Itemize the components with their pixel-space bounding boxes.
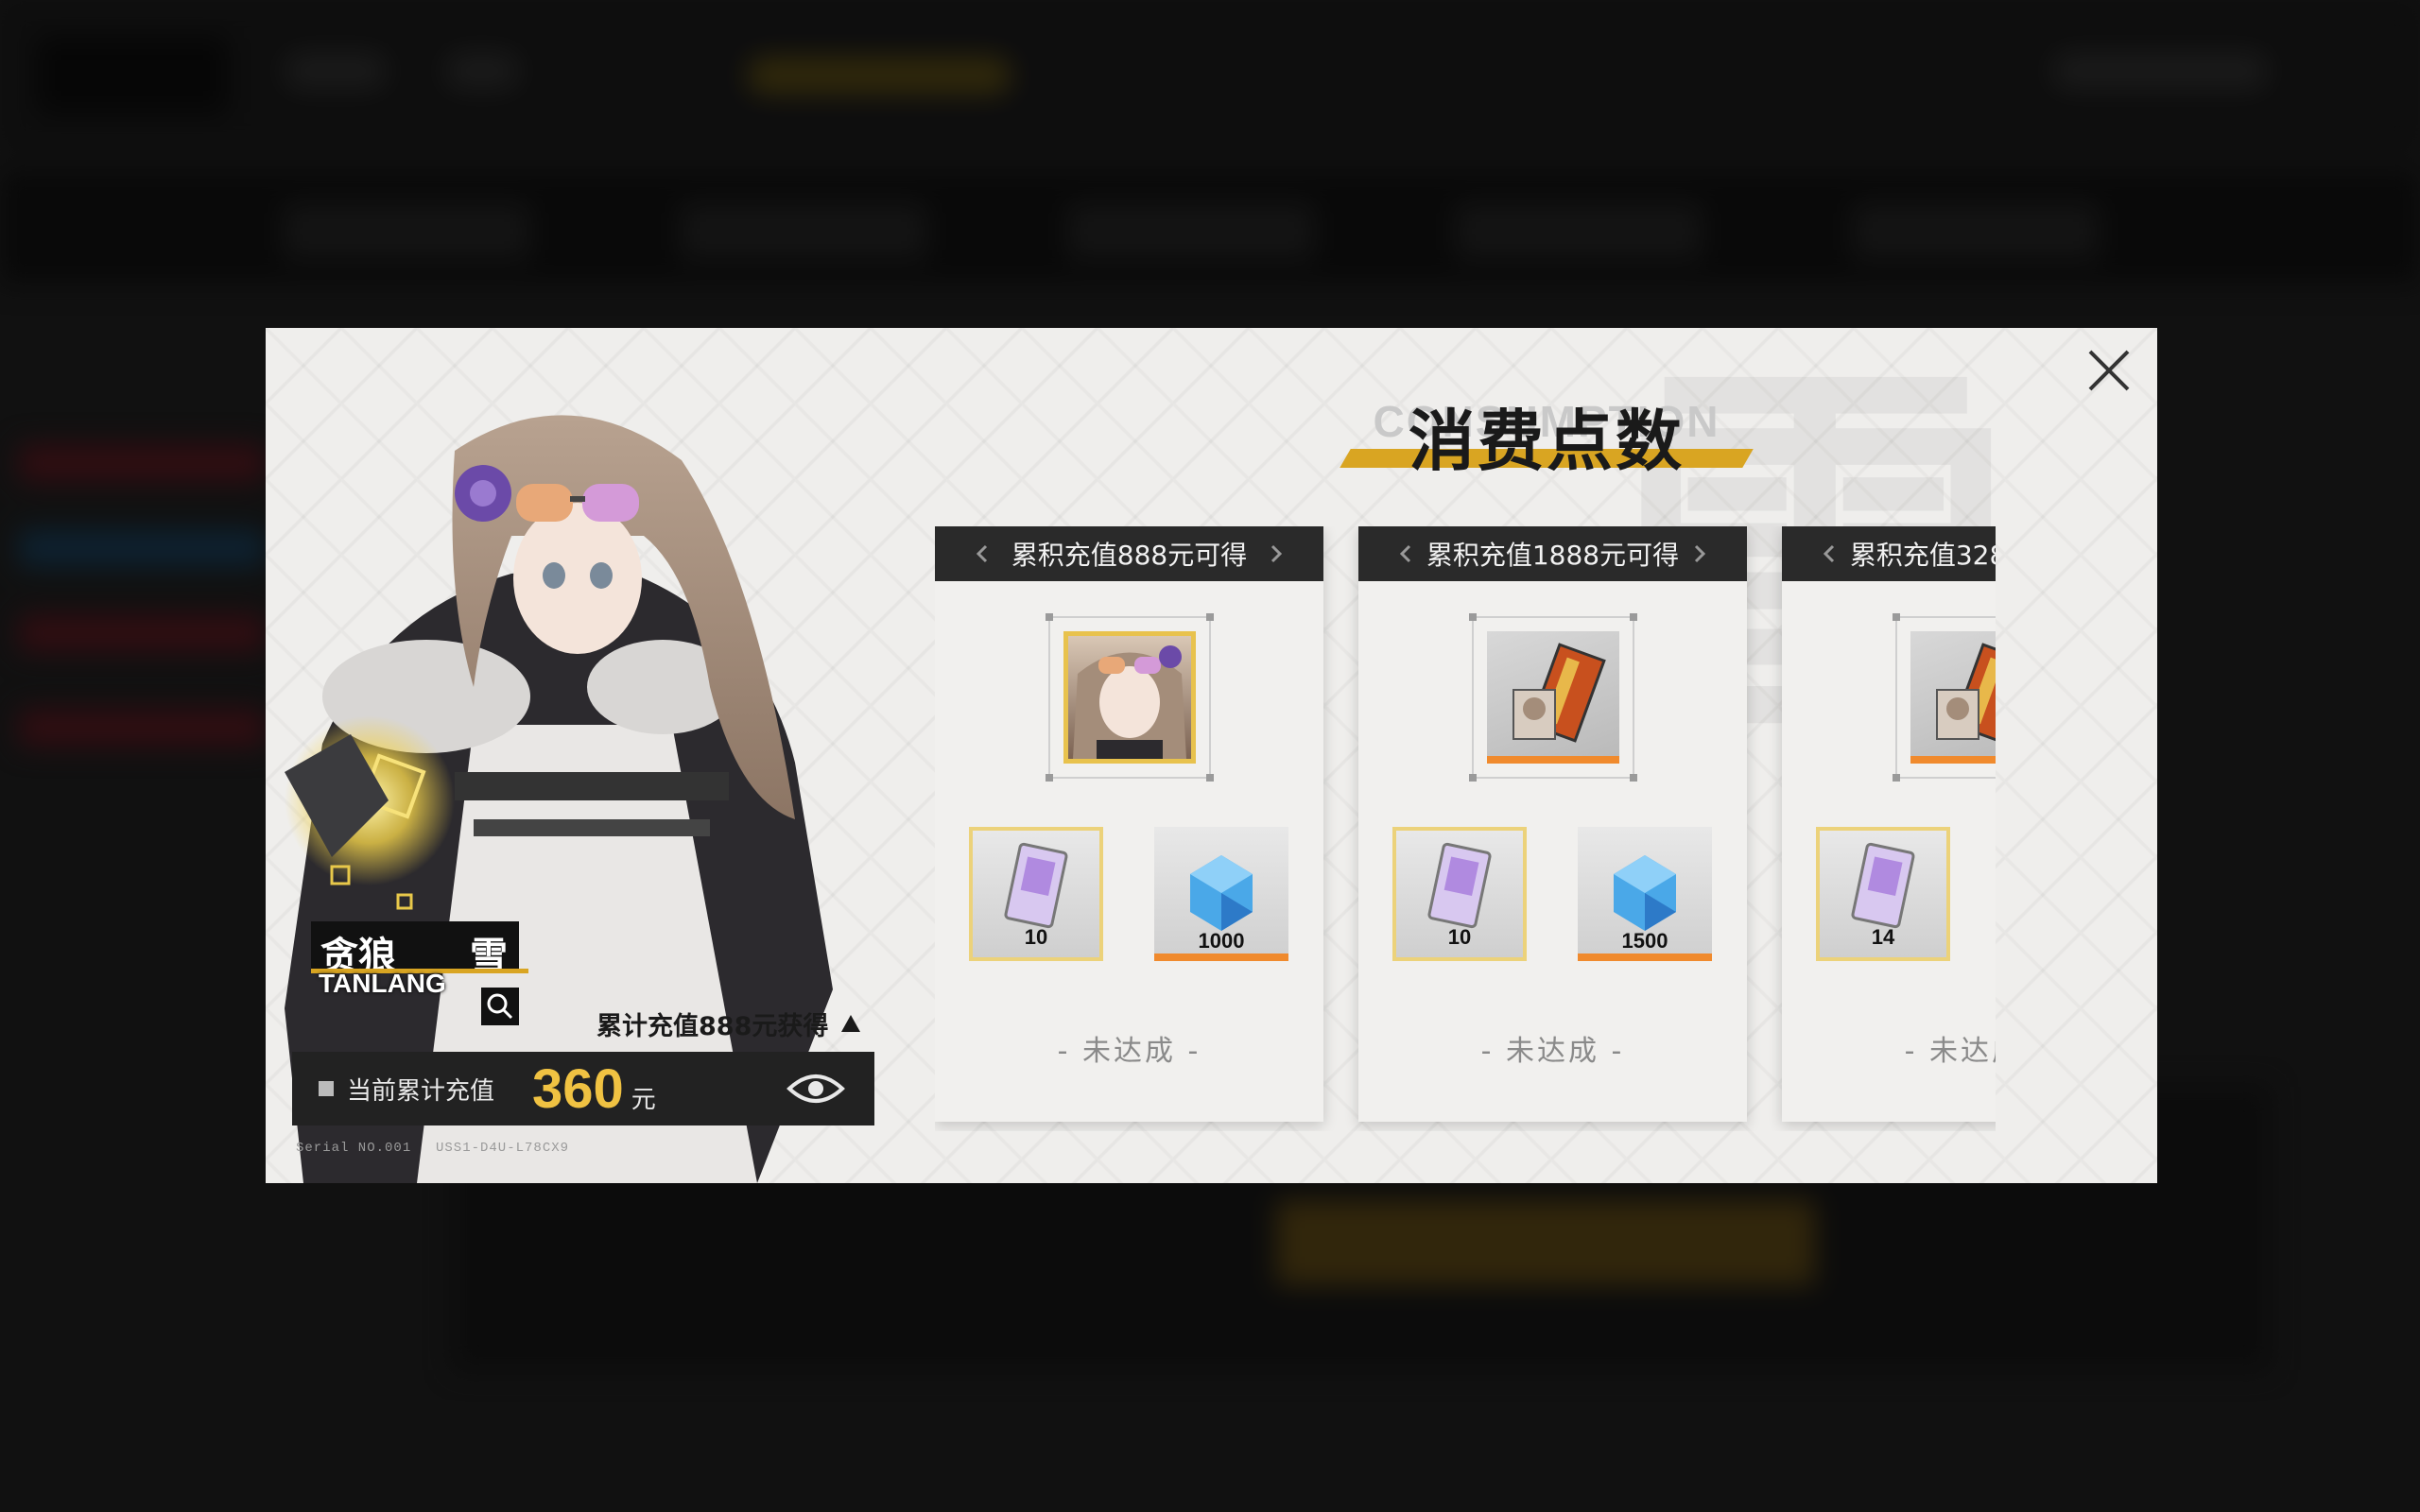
search-icon: [487, 993, 513, 1020]
character-detail-button[interactable]: [481, 988, 519, 1025]
reward-count: 10: [1024, 925, 1048, 949]
reward-card-3288: 累积充值3288元可得: [1782, 526, 1996, 1122]
character-badge: 贪狼 雪 TANLANG: [311, 921, 538, 1035]
reward-preview-label: 累计充值888元获得: [596, 1011, 829, 1041]
reward-crystal[interactable]: 1500: [1578, 827, 1712, 961]
serial-label: Serial NO.001: [296, 1141, 412, 1156]
reward-ticket[interactable]: 10: [1392, 827, 1527, 961]
consumption-points-modal: 雪 CONSUMPTION 消费点数: [266, 328, 2157, 1183]
reward-count: 10: [1447, 925, 1472, 949]
rarity-strip: [1578, 954, 1712, 961]
outfit-box-icon: [1910, 631, 1996, 764]
rarity-strip: [1487, 756, 1619, 764]
serial-code: USS1-D4U-L78CX9: [436, 1141, 570, 1156]
card-header: 累积充值1888元可得: [1358, 526, 1747, 581]
outfit-box-art: [1512, 643, 1606, 743]
frame-corner: [1046, 774, 1053, 782]
chevron-left-icon: [1399, 544, 1411, 563]
rarity-strip: [1910, 756, 1996, 764]
frame-corner: [1893, 774, 1900, 782]
frame-corner: [1630, 774, 1637, 782]
main-reward-outfit-box[interactable]: [1893, 613, 1996, 782]
card-title: 累积充值1888元可得: [1426, 540, 1680, 571]
frame-corner: [1469, 774, 1477, 782]
modal-header: CONSUMPTION 消费点数: [1334, 375, 1759, 480]
reward-cards-scroller[interactable]: 累积充值888元可得 10 1000 - 未达成 - 累积充值1888元可得 1…: [935, 526, 1996, 1131]
current-recharge-amount: 360: [532, 1057, 624, 1120]
card-status: - 未达成 -: [1057, 1035, 1201, 1068]
outfit-box-icon: [1487, 631, 1619, 764]
element-badge: 雪: [462, 921, 519, 978]
close-button[interactable]: [2081, 342, 2137, 399]
current-recharge-label: 当前累计充值: [347, 1076, 495, 1106]
portrait-art: [1073, 645, 1186, 759]
chevron-right-icon: [1694, 544, 1706, 563]
main-reward-character-portrait[interactable]: [1046, 613, 1214, 782]
chevron-left-icon: [1823, 544, 1835, 563]
frame-corner: [1893, 613, 1900, 621]
frame-corner: [1630, 613, 1637, 621]
square-bullet-icon: [319, 1081, 334, 1096]
frame-corner: [1206, 613, 1214, 621]
reward-preview-toggle[interactable]: 累计充值888元获得: [596, 1006, 862, 1041]
main-reward-outfit-box[interactable]: [1469, 613, 1637, 782]
chevron-left-icon: [976, 544, 988, 563]
card-status: - 未达成 -: [1480, 1035, 1625, 1068]
frame-corner: [1206, 774, 1214, 782]
card-title: 累积充值888元可得: [1011, 540, 1248, 571]
card-header: 累积充值888元可得: [935, 526, 1323, 581]
current-recharge-bar: 当前累计充值 360 元: [292, 1052, 874, 1125]
frame-corner: [1469, 613, 1477, 621]
character-portrait-icon: [1063, 631, 1196, 764]
close-icon: [2088, 350, 2130, 391]
reward-ticket[interactable]: 10: [969, 827, 1103, 961]
chevron-right-icon: [1270, 544, 1283, 563]
card-status: - 未达成 -: [1904, 1035, 1996, 1068]
rarity-strip: [1154, 954, 1288, 961]
reward-ticket[interactable]: 14: [1816, 827, 1950, 961]
reward-count: 1500: [1621, 929, 1668, 953]
reward-card-1888: 累积充值1888元可得 10 1500 - 未达成 -: [1358, 526, 1747, 1122]
outfit-box-art: [1936, 643, 1996, 743]
reward-count: 14: [1871, 925, 1895, 949]
eye-icon: [786, 1074, 845, 1103]
card-title: 累积充值3288元可得: [1849, 540, 1996, 571]
card-header: 累积充值3288元可得: [1782, 526, 1996, 581]
character-name-english: TANLANG: [319, 969, 446, 998]
header-title: 消费点数: [1409, 403, 1685, 480]
reward-crystal[interactable]: 1000: [1154, 827, 1288, 961]
visibility-toggle-button[interactable]: [786, 1070, 846, 1108]
triangle-up-icon: [841, 1015, 861, 1032]
frame-corner: [1046, 613, 1053, 621]
reward-card-888: 累积充值888元可得 10 1000 - 未达成 -: [935, 526, 1323, 1122]
reward-count: 1000: [1198, 929, 1245, 953]
badge-name-box: 贪狼: [311, 921, 462, 978]
currency-unit: 元: [631, 1085, 656, 1114]
